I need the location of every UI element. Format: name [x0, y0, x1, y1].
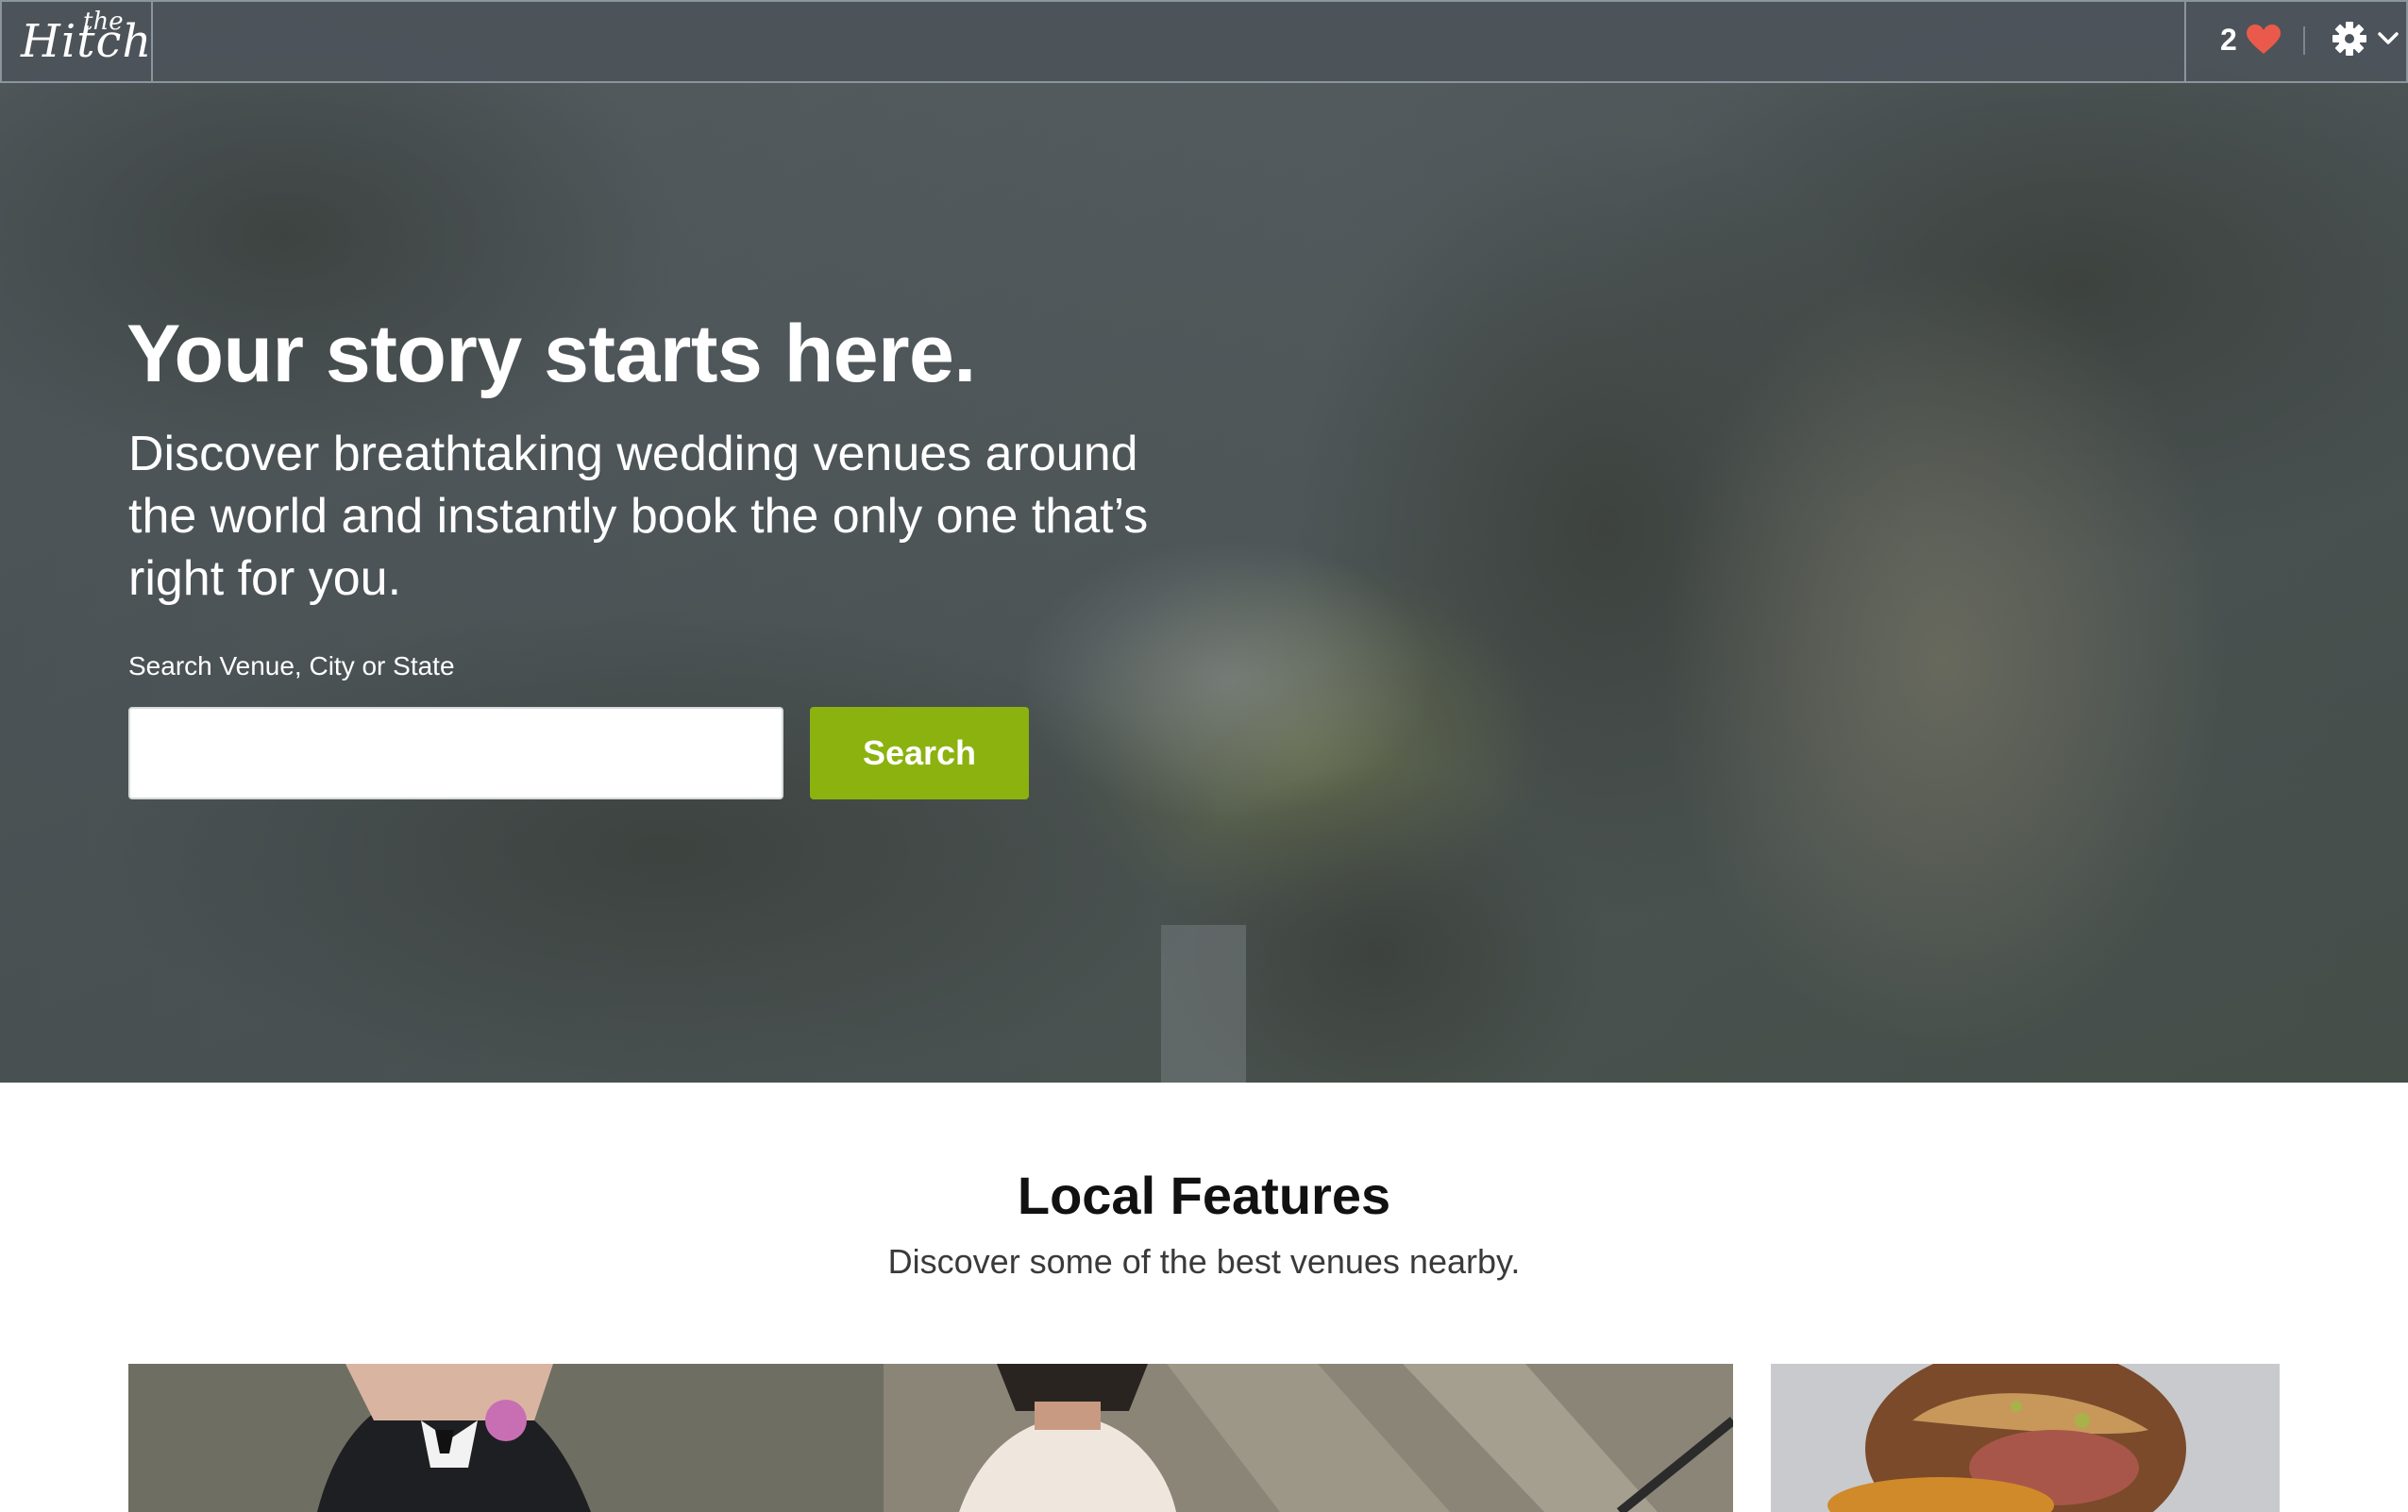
heart-icon[interactable] [2247, 25, 2281, 55]
logo-wordmark: Hitch [21, 15, 153, 68]
search-input[interactable] [128, 707, 783, 799]
hero-section: the Hitch 2 Your story starts here. Disc… [0, 0, 2408, 1083]
nav-divider [2303, 26, 2305, 55]
feature-card-photo [128, 1364, 1733, 1512]
search-label: Search Venue, City or State [128, 651, 455, 680]
site-logo[interactable]: the Hitch [2, 2, 153, 83]
search-button[interactable]: Search [810, 707, 1029, 799]
feature-card-wedding-couple[interactable] [128, 1364, 1733, 1512]
chevron-down-icon[interactable] [2377, 30, 2400, 47]
account-nav: 2 [2184, 2, 2406, 83]
top-navigation-bar: the Hitch 2 [0, 0, 2408, 83]
favorites-count[interactable]: 2 [2220, 23, 2237, 58]
hero-subtitle: Discover breathtaking wedding venues aro… [128, 427, 1149, 606]
feature-card-dish[interactable] [1771, 1364, 2280, 1512]
local-features-title: Local Features [1017, 1166, 1391, 1225]
feature-card-photo [1771, 1364, 2280, 1512]
hero-title: Your story starts here. [126, 309, 976, 399]
gear-icon[interactable] [2332, 21, 2367, 57]
local-features-subtitle: Discover some of the best venues nearby. [887, 1242, 1521, 1281]
